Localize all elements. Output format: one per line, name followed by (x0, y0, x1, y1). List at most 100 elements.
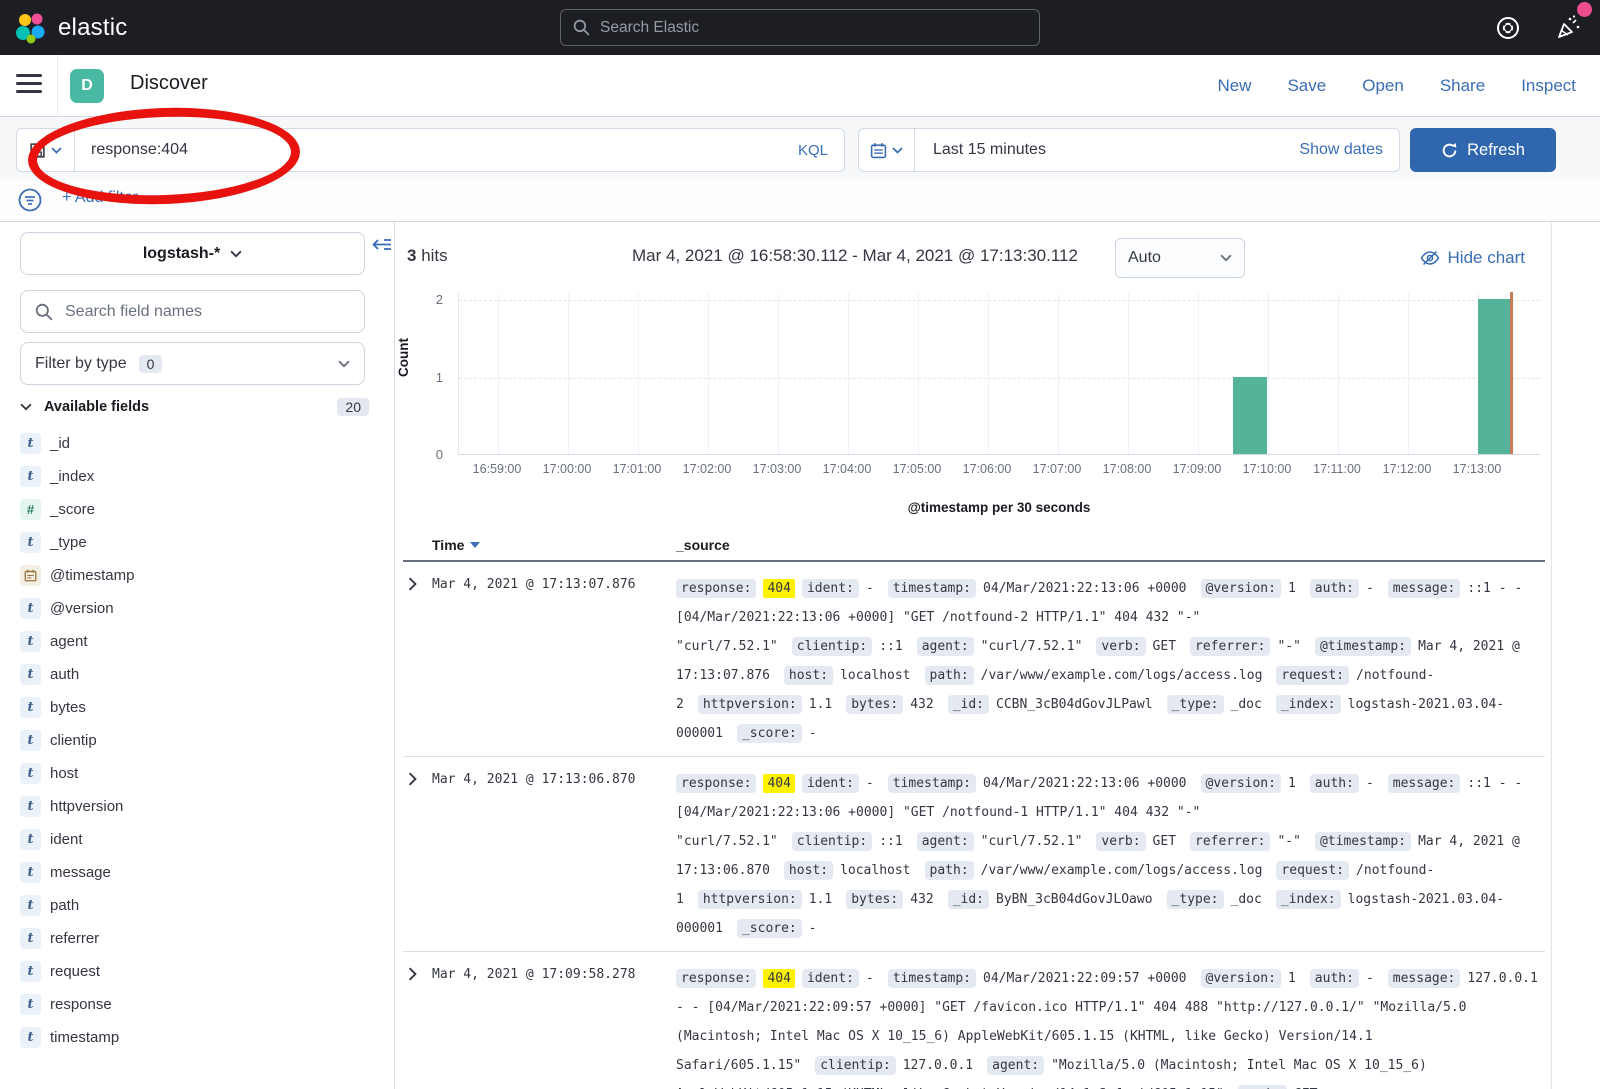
x-gridline (638, 293, 639, 454)
field-item-httpversion[interactable]: thttpversion (20, 795, 375, 817)
doc-timestamp: Mar 4, 2021 @ 17:09:58.278 (432, 964, 676, 1089)
x-gridline (1058, 293, 1059, 454)
field-key-badge: httpversion: (698, 695, 802, 714)
field-item-_score[interactable]: #_score (20, 498, 375, 520)
field-key-badge: timestamp: (888, 774, 976, 793)
field-item-_index[interactable]: t_index (20, 465, 375, 487)
hamburger-menu-icon[interactable] (16, 74, 42, 98)
field-item-response[interactable]: tresponse (20, 993, 375, 1015)
refresh-button[interactable]: Refresh (1410, 128, 1556, 172)
nav-link-inspect[interactable]: Inspect (1521, 76, 1576, 96)
field-item-host[interactable]: thost (20, 762, 375, 784)
x-gridline (988, 293, 989, 454)
field-item-timestamp[interactable]: ttimestamp (20, 1026, 375, 1048)
doc-timestamp: Mar 4, 2021 @ 17:13:06.870 (432, 769, 676, 943)
field-item-request[interactable]: trequest (20, 960, 375, 982)
field-key-badge: response: (676, 579, 756, 598)
x-gridline (848, 293, 849, 454)
query-string[interactable]: response:404 (75, 141, 798, 159)
field-key-badge: clientip: (815, 1056, 895, 1075)
divider (57, 55, 58, 117)
field-key-badge: request: (1276, 666, 1349, 685)
field-item-referrer[interactable]: treferrer (20, 927, 375, 949)
field-key-badge: bytes: (846, 890, 903, 909)
hits-count: 3 hits (407, 246, 448, 266)
field-search-placeholder: Search field names (65, 303, 202, 321)
filter-by-type-select[interactable]: Filter by type 0 (20, 342, 365, 385)
expand-row-button[interactable] (403, 964, 432, 1089)
query-input[interactable]: response:404 KQL (16, 128, 845, 172)
field-item-path[interactable]: tpath (20, 894, 375, 916)
x-gridline (918, 293, 919, 454)
x-gridline (1128, 293, 1129, 454)
field-item-auth[interactable]: tauth (20, 663, 375, 685)
string-field-icon: t (20, 466, 41, 487)
doc-source: response:404ident:-timestamp:04/Mar/2021… (676, 574, 1545, 748)
quick-select-button[interactable] (859, 129, 915, 171)
field-value: - (809, 921, 817, 936)
highlighted-value: 404 (763, 579, 794, 598)
add-filter-button[interactable]: + Add filter (62, 189, 138, 207)
histogram-bar[interactable] (1478, 299, 1512, 454)
app-navbar: D Discover NewSaveOpenShareInspect (0, 55, 1600, 117)
time-column-header[interactable]: Time (432, 537, 676, 553)
expand-row-button[interactable] (403, 769, 432, 943)
help-icon[interactable] (1495, 15, 1521, 41)
interval-select[interactable]: Auto (1115, 238, 1245, 278)
chevron-down-icon (20, 403, 32, 411)
field-name: @version (50, 600, 114, 617)
field-key-badge: response: (676, 969, 756, 988)
string-field-icon: t (20, 763, 41, 784)
saved-query-icon (29, 142, 46, 159)
available-fields-header[interactable]: Available fields 20 (20, 398, 369, 416)
field-item-bytes[interactable]: tbytes (20, 696, 375, 718)
x-gridline (568, 293, 569, 454)
news-alerts-button[interactable] (1555, 14, 1582, 41)
nav-link-save[interactable]: Save (1287, 76, 1326, 96)
field-key-badge: verb: (1096, 832, 1145, 851)
nav-link-share[interactable]: Share (1440, 76, 1485, 96)
table-header: Time _source (403, 530, 1545, 562)
collapse-sidebar-icon[interactable] (372, 236, 392, 254)
field-name: clientip (50, 732, 97, 749)
field-item-message[interactable]: tmessage (20, 861, 375, 883)
field-value: _doc (1231, 697, 1262, 712)
index-pattern-select[interactable]: logstash-* (20, 232, 365, 275)
field-item-@version[interactable]: t@version (20, 597, 375, 619)
show-dates-button[interactable]: Show dates (1299, 141, 1399, 159)
field-item-clientip[interactable]: t clientip (20, 729, 375, 751)
string-field-icon: t (20, 730, 41, 751)
field-value: /var/www/example.com/logs/access.log (981, 863, 1263, 878)
time-range-value[interactable]: Last 15 minutes (915, 141, 1299, 159)
filter-circle-icon[interactable] (16, 185, 46, 215)
field-item-@timestamp[interactable]: @timestamp (20, 564, 375, 586)
x-gridline (1408, 293, 1409, 454)
field-key-badge: path: (925, 666, 974, 685)
field-item-_type[interactable]: t_type (20, 531, 375, 553)
field-value: - (1366, 971, 1374, 986)
string-field-icon: t (20, 796, 41, 817)
x-gridline (1338, 293, 1339, 454)
elastic-logo[interactable]: elastic (0, 11, 127, 45)
histogram-bar[interactable] (1233, 377, 1267, 455)
field-item-ident[interactable]: tident (20, 828, 375, 850)
field-name: bytes (50, 699, 86, 716)
field-key-badge: @timestamp: (1315, 637, 1411, 656)
field-key-badge: @version: (1201, 969, 1281, 988)
field-search-input[interactable]: Search field names (20, 290, 365, 333)
expand-row-button[interactable] (403, 574, 432, 748)
global-search-input[interactable]: Search Elastic (560, 9, 1040, 46)
nav-link-new[interactable]: New (1217, 76, 1251, 96)
x-tick-label: 17:02:00 (683, 462, 732, 476)
chevron-down-icon (230, 250, 242, 258)
calendar-icon (870, 142, 887, 159)
nav-link-open[interactable]: Open (1362, 76, 1404, 96)
saved-query-menu-button[interactable] (17, 129, 75, 171)
field-item-_id[interactable]: t_id (20, 432, 375, 454)
string-field-icon: t (20, 697, 41, 718)
query-language-button[interactable]: KQL (798, 142, 844, 159)
hide-chart-button[interactable]: Hide chart (1420, 248, 1525, 268)
histogram-chart[interactable] (458, 293, 1540, 455)
field-item-agent[interactable]: tagent (20, 630, 375, 652)
field-key-badge: timestamp: (888, 969, 976, 988)
